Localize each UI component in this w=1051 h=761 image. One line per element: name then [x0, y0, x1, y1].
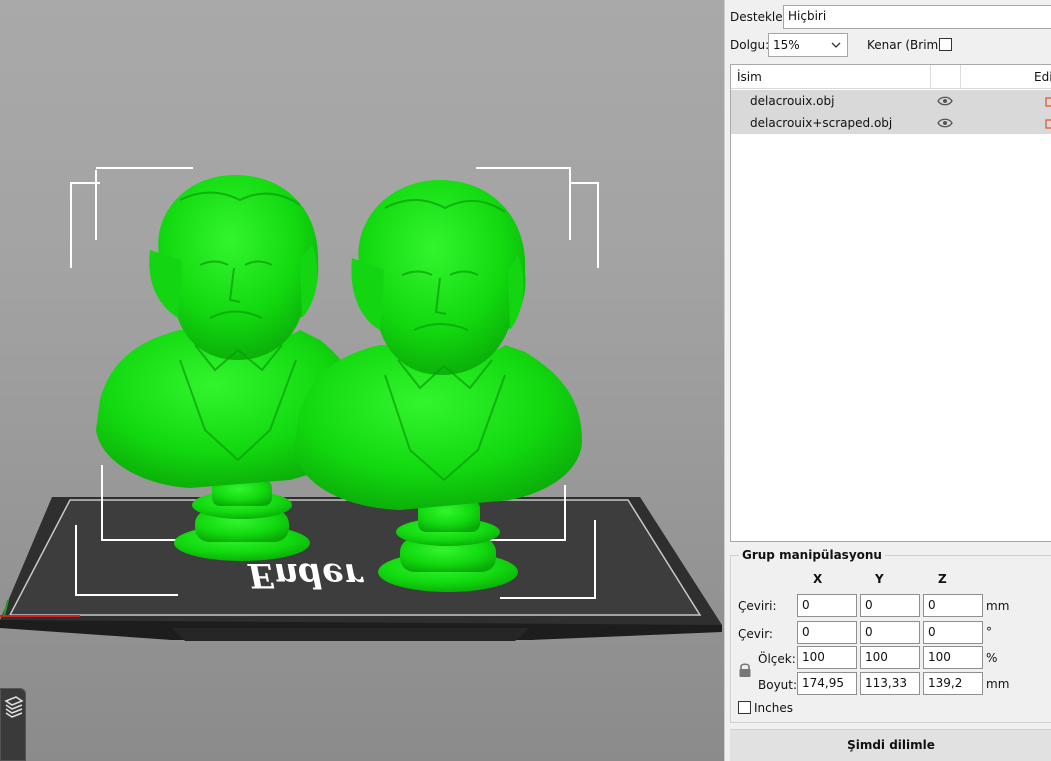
lock-icon[interactable]: [738, 662, 752, 678]
bed-logo: Ender: [247, 555, 364, 595]
object-name: delacrouix.obj: [750, 94, 835, 108]
rotate-label: Çevir:: [738, 627, 773, 641]
scale-z-input[interactable]: 100: [923, 646, 983, 669]
edit-icon[interactable]: [1044, 117, 1051, 129]
size-x-input[interactable]: 174,95: [797, 672, 857, 695]
axis-x-label: X: [813, 572, 823, 586]
eye-icon[interactable]: [937, 96, 953, 106]
inches-label: Inches: [754, 701, 793, 715]
settings-panel: Destekler: Hiçbiri Dolgu: 15% Kenar (Bri…: [724, 0, 1051, 761]
rotate-y-input[interactable]: 0: [860, 621, 920, 644]
size-label: Boyut:: [758, 678, 798, 692]
slice-now-button[interactable]: Şimdi dilimle: [730, 729, 1051, 761]
rotate-x-input[interactable]: 0: [797, 621, 857, 644]
list-item[interactable]: delacrouix.obj: [731, 90, 1051, 112]
infill-select[interactable]: 15%: [768, 33, 848, 57]
object-list-header: İsim Edit: [731, 65, 1051, 89]
brim-label: Kenar (Brim):: [867, 38, 947, 52]
3d-viewport[interactable]: Ender: [0, 0, 724, 761]
3d-scene[interactable]: Ender: [0, 0, 724, 761]
chevron-down-icon: [831, 42, 841, 48]
group-manipulation-title: Grup manipülasyonu: [739, 548, 885, 562]
translate-y-input[interactable]: 0: [860, 594, 920, 617]
size-y-input[interactable]: 113,33: [860, 672, 920, 695]
list-item[interactable]: delacrouix+scraped.obj: [731, 112, 1051, 134]
scale-x-input[interactable]: 100: [797, 646, 857, 669]
scale-label: Ölçek:: [758, 652, 796, 666]
column-name[interactable]: İsim: [737, 70, 762, 84]
translate-unit: mm: [986, 599, 1010, 613]
axis-y-label: Y: [875, 572, 884, 586]
axis-z-label: Z: [938, 572, 947, 586]
translate-x-input[interactable]: 0: [797, 594, 857, 617]
inches-checkbox[interactable]: [738, 701, 751, 714]
translate-z-input[interactable]: 0: [923, 594, 983, 617]
rotate-z-input[interactable]: 0: [923, 621, 983, 644]
brim-checkbox[interactable]: [939, 38, 952, 51]
size-z-input[interactable]: 139,2: [923, 672, 983, 695]
layers-view-button[interactable]: [0, 688, 26, 761]
size-unit: mm: [986, 677, 1010, 691]
translate-label: Çeviri:: [738, 599, 777, 613]
scale-y-input[interactable]: 100: [860, 646, 920, 669]
infill-label: Dolgu:: [730, 38, 770, 52]
rotate-unit: °: [986, 625, 992, 639]
object-list[interactable]: İsim Edit delacrouix.obj delacrouix+scra…: [730, 64, 1051, 542]
supports-select[interactable]: Hiçbiri: [783, 5, 1051, 29]
column-edit[interactable]: Edit: [1034, 70, 1051, 84]
edit-icon[interactable]: [1044, 95, 1051, 107]
layers-icon: [4, 696, 24, 718]
infill-value: 15%: [773, 38, 800, 52]
scale-unit: %: [986, 651, 998, 665]
eye-icon[interactable]: [937, 118, 953, 128]
object-name: delacrouix+scraped.obj: [750, 116, 893, 130]
